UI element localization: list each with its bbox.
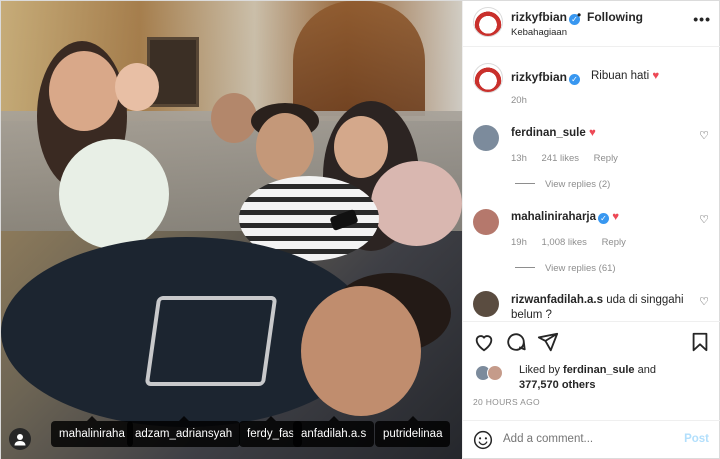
photo-person — [371, 161, 462, 246]
comment-bubble-icon[interactable] — [505, 331, 527, 353]
shirt-logo — [144, 296, 278, 386]
post-actions-bar — [463, 321, 720, 361]
likes-prefix: Liked by — [519, 364, 564, 376]
caption-avatar[interactable] — [473, 63, 503, 93]
photo-person — [211, 93, 257, 143]
photo-tag[interactable]: putridelinaa — [375, 416, 451, 447]
photo-person — [301, 286, 421, 416]
photo-person — [334, 116, 388, 178]
photo-tag[interactable]: anfadilah.a.s — [293, 416, 375, 447]
liker-avatar[interactable] — [487, 365, 503, 381]
post-photo[interactable]: mahaliniraha adzam_adriansyah ferdy_fas … — [1, 1, 462, 459]
tagged-user-icon[interactable] — [9, 428, 31, 450]
comment-like-icon[interactable]: ♡ — [699, 295, 709, 308]
caption-time: 20h — [511, 95, 527, 106]
commenter-username-text[interactable]: mahaliniraharja — [511, 211, 596, 223]
caption-username-text[interactable]: rizkyfbian — [511, 70, 567, 84]
comment-like-icon[interactable]: ♡ — [699, 213, 709, 226]
share-send-icon[interactable] — [537, 331, 559, 353]
commenter-username-text[interactable]: ferdinan_sule — [511, 127, 586, 139]
commenter-username[interactable]: mahaliniraharja ✓ ♥ — [511, 211, 619, 224]
following-button[interactable]: Following — [587, 10, 643, 24]
more-options-icon[interactable]: ••• — [693, 11, 711, 27]
post-comment-button[interactable]: Post — [684, 433, 709, 445]
photo-person — [115, 63, 159, 111]
header-separator: • — [577, 8, 582, 22]
likes-suffix: and — [634, 364, 656, 376]
likes-others[interactable]: 377,570 others — [519, 379, 595, 391]
comment-item: rizwanfadilah.a.s uda di singgahi belum … — [463, 285, 720, 319]
photo-person — [59, 139, 169, 249]
verified-badge-icon: ✓ — [598, 213, 610, 224]
instagram-post: mahaliniraha adzam_adriansyah ferdy_fas … — [0, 0, 720, 459]
photo-person — [256, 113, 314, 181]
red-heart-emoji-icon: ♥ — [652, 70, 660, 82]
photo-door — [293, 1, 425, 116]
red-heart-emoji-icon: ♥ — [612, 211, 620, 223]
comment-likes[interactable]: 1,008 likes — [542, 237, 587, 248]
commenter-avatar[interactable] — [473, 125, 499, 151]
emoji-icon[interactable] — [473, 430, 493, 450]
author-avatar[interactable] — [473, 7, 503, 37]
verified-badge-icon: ✓ — [569, 74, 581, 85]
comment-meta: 13h 241 likes Reply — [511, 153, 630, 164]
caption-username[interactable]: rizkyfbian ✓ — [511, 70, 581, 85]
author-username[interactable]: rizkyfbian ✓ — [511, 10, 581, 25]
comment-like-icon[interactable]: ♡ — [699, 129, 709, 142]
photo-tag[interactable]: mahaliniraha — [51, 416, 133, 447]
liker-username[interactable]: ferdinan_sule — [563, 364, 635, 376]
commenter-avatar[interactable] — [473, 209, 499, 235]
add-comment-bar: Post — [463, 420, 720, 459]
post-location[interactable]: Kebahagiaan — [511, 27, 567, 38]
post-sidebar: rizkyfbian ✓ • Following Kebahagiaan ••• … — [462, 1, 720, 459]
comment-time: 13h — [511, 153, 527, 164]
view-replies-button[interactable]: View replies (2) — [515, 179, 610, 190]
photo-tag[interactable]: adzam_adriansyah — [127, 416, 241, 447]
comment-item: mahaliniraharja ✓ ♥ 19h 1,008 likes Reply… — [463, 201, 720, 274]
reply-button[interactable]: Reply — [594, 153, 618, 164]
photo-person — [49, 51, 119, 131]
red-heart-emoji-icon: ♥ — [588, 127, 596, 139]
comment-time: 19h — [511, 237, 527, 248]
commenter-username[interactable]: rizwanfadilah.a.s uda di singgahi belum … — [511, 293, 701, 319]
caption-text-body: Ribuan hati — [591, 70, 650, 82]
comment-input[interactable] — [503, 433, 673, 445]
reply-button[interactable]: Reply — [602, 237, 626, 248]
comment-likes[interactable]: 241 likes — [542, 153, 580, 164]
like-heart-icon[interactable] — [473, 331, 495, 353]
caption-text: Ribuan hati ♥ — [591, 70, 659, 82]
post-header: rizkyfbian ✓ • Following Kebahagiaan ••• — [463, 1, 720, 47]
comment-meta: 19h 1,008 likes Reply — [511, 237, 638, 248]
commenter-username-text[interactable]: rizwanfadilah.a.s — [511, 294, 603, 306]
commenter-username[interactable]: ferdinan_sule ♥ — [511, 127, 596, 139]
likes-text: Liked by ferdinan_sule and 377,570 other… — [519, 363, 719, 393]
author-username-text[interactable]: rizkyfbian — [511, 10, 567, 24]
post-timestamp: 20 HOURS AGO — [473, 397, 540, 407]
comment-item: ferdinan_sule ♥ 13h 241 likes Reply View… — [463, 117, 720, 190]
save-bookmark-icon[interactable] — [689, 331, 711, 353]
commenter-avatar[interactable] — [473, 291, 499, 317]
view-replies-button[interactable]: View replies (61) — [515, 263, 616, 274]
